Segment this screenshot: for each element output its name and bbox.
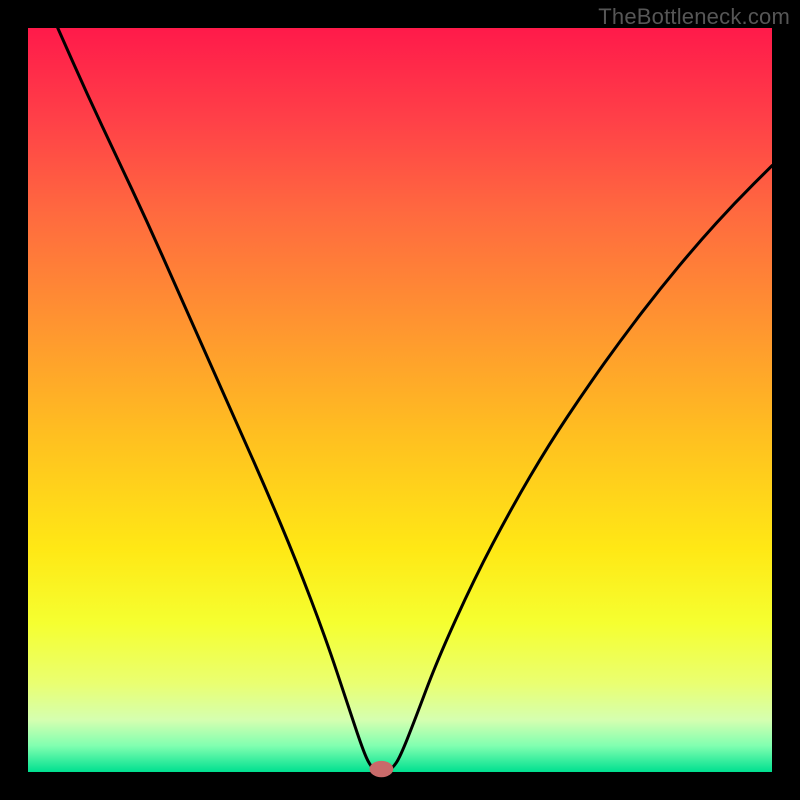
watermark-text: TheBottleneck.com xyxy=(598,4,790,30)
bottleneck-chart: TheBottleneck.com xyxy=(0,0,800,800)
chart-svg xyxy=(0,0,800,800)
optimal-point-marker xyxy=(369,761,393,777)
plot-background xyxy=(28,28,772,772)
